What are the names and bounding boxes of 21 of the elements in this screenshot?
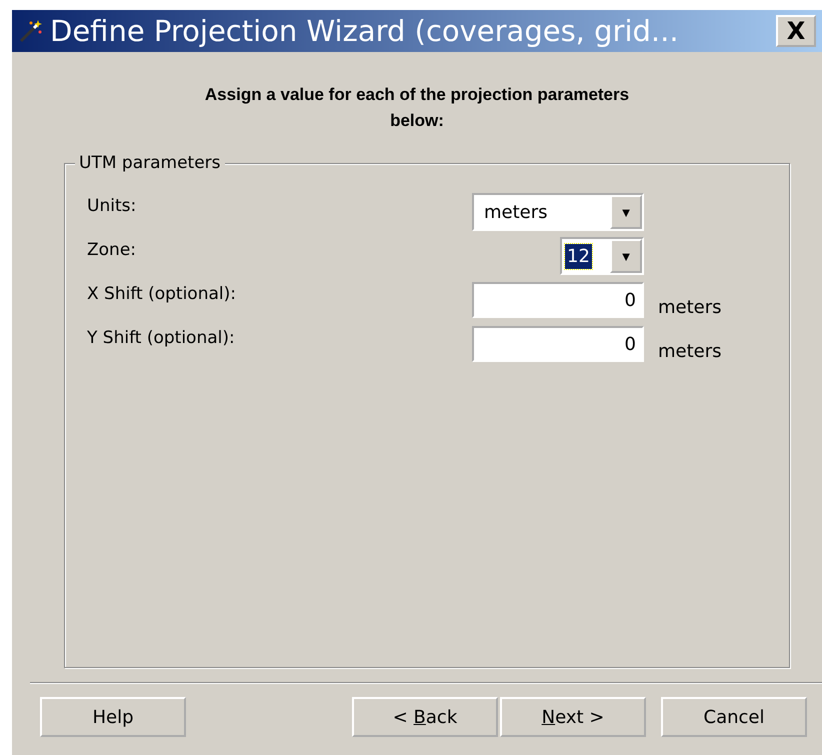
wizard-button[interactable]: Next > <box>500 697 646 737</box>
field-label: Y Shift (optional): <box>87 327 236 348</box>
dropdown-arrow-button[interactable]: ▼ <box>610 195 642 229</box>
field-label: Zone: <box>87 239 138 260</box>
wizard-button[interactable]: Cancel <box>661 697 807 737</box>
wizard-button[interactable]: Help <box>40 697 186 737</box>
unit-label: meters <box>658 340 723 362</box>
instruction-text: Assign a value for each of the projection parameters below: <box>204 84 630 132</box>
dropdown[interactable]: meters ▼ <box>472 193 644 231</box>
group-title: UTM parameters <box>75 153 225 173</box>
unit-label: meters <box>658 296 723 318</box>
magic-wand-icon <box>18 18 44 44</box>
dropdown[interactable]: 12 ▼ <box>560 237 644 275</box>
input-field[interactable]: 0 <box>472 326 644 362</box>
window-title: Define Projection Wizard (coverages, grid... <box>50 14 679 48</box>
dropdown-arrow-button[interactable]: ▼ <box>610 239 642 273</box>
wizard-button[interactable]: < Back <box>352 697 498 737</box>
field-label: X Shift (optional): <box>87 283 237 304</box>
close-button[interactable]: X <box>776 15 816 47</box>
input-field[interactable]: 0 <box>472 282 644 318</box>
field-label: Units: <box>87 195 138 216</box>
